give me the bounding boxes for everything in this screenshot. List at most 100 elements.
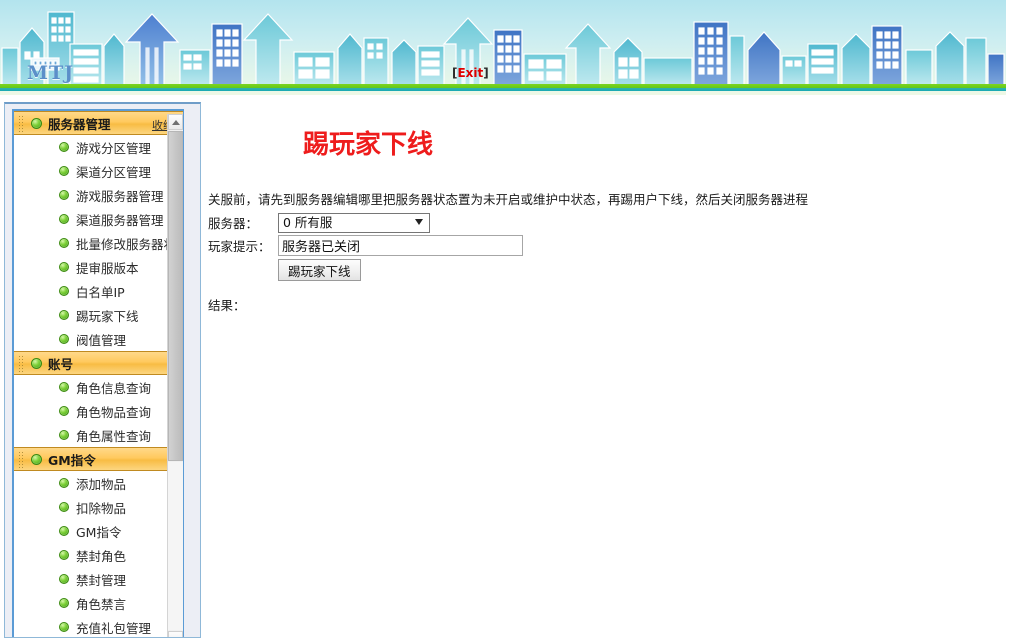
- sidebar-group: 账号角色信息查询角色物品查询角色属性查询: [14, 351, 183, 447]
- sidebar-item-label: 添加物品: [76, 474, 126, 493]
- sidebar-item[interactable]: 充值礼包管理: [14, 615, 183, 638]
- sidebar-panel: 服务器管理收缩游戏分区管理渠道分区管理游戏服务器管理渠道服务器管理批量修改服务器…: [4, 102, 201, 638]
- sidebar-item[interactable]: 踢玩家下线: [14, 303, 183, 327]
- sidebar-item[interactable]: 添加物品: [14, 471, 183, 495]
- green-bullet-icon: [59, 382, 69, 392]
- sidebar-item[interactable]: 阀值管理: [14, 327, 183, 351]
- result-label: 结果：: [208, 295, 246, 314]
- exit-link[interactable]: [Exit]: [452, 66, 489, 80]
- green-bullet-icon: [59, 598, 69, 608]
- server-select-wrapper: 0 所有服: [278, 212, 430, 233]
- instruction-text: 关服前，请先到服务器编辑哪里把服务器状态置为未开启或维护中状态，再踢用户下线，然…: [208, 189, 808, 208]
- drag-handle-icon[interactable]: [18, 451, 23, 468]
- sidebar-item-label: 阀值管理: [76, 330, 126, 349]
- sidebar-item[interactable]: 渠道服务器管理: [14, 207, 183, 231]
- server-row: 服务器： 0 所有服: [208, 212, 430, 233]
- sidebar-item[interactable]: 角色信息查询: [14, 375, 183, 399]
- green-bullet-icon: [59, 334, 69, 344]
- sidebar-item-label: 角色属性查询: [76, 426, 151, 445]
- green-bullet-icon: [59, 310, 69, 320]
- sidebar-item[interactable]: 游戏服务器管理: [14, 183, 183, 207]
- green-bullet-icon: [31, 118, 42, 129]
- green-bullet-icon: [31, 454, 42, 465]
- scroll-down-button[interactable]: [168, 631, 183, 638]
- green-bullet-icon: [59, 502, 69, 512]
- green-bullet-icon: [59, 526, 69, 536]
- sidebar-item-label: 扣除物品: [76, 498, 126, 517]
- sidebar-item-label: GM指令: [76, 522, 121, 541]
- sidebar-item[interactable]: 禁封角色: [14, 543, 183, 567]
- cityscape-illustration: [0, 0, 1006, 95]
- sidebar-item-label: 充值礼包管理: [76, 618, 151, 637]
- exit-label: Exit: [457, 66, 483, 80]
- green-bullet-icon: [59, 238, 69, 248]
- sidebar-item[interactable]: 批量修改服务器状态: [14, 231, 183, 255]
- scrollbar-track[interactable]: [168, 462, 183, 630]
- sidebar-item[interactable]: 角色禁言: [14, 591, 183, 615]
- server-select[interactable]: 0 所有服: [278, 213, 430, 233]
- green-bullet-icon: [59, 214, 69, 224]
- sidebar-item[interactable]: 禁封管理: [14, 567, 183, 591]
- result-row: 结果：: [208, 295, 246, 314]
- green-bullet-icon: [59, 406, 69, 416]
- message-label: 玩家提示：: [208, 236, 278, 255]
- sidebar-item[interactable]: 白名单IP: [14, 279, 183, 303]
- sidebar-item-label: 角色禁言: [76, 594, 126, 613]
- green-bullet-icon: [59, 550, 69, 560]
- chevron-up-icon: [172, 120, 180, 125]
- sidebar-group-header-0[interactable]: 服务器管理收缩: [14, 111, 183, 135]
- sidebar-group-header-2[interactable]: GM指令: [14, 447, 183, 471]
- sidebar-group-title: 账号: [48, 354, 73, 373]
- sidebar-item-label: 提审服版本: [76, 258, 139, 277]
- sidebar-group-header-1[interactable]: 账号: [14, 351, 183, 375]
- sidebar-item-label: 角色信息查询: [76, 378, 151, 397]
- scroll-up-button[interactable]: [168, 114, 183, 130]
- sidebar-item-label: 游戏分区管理: [76, 138, 151, 157]
- sidebar-item-label: 渠道分区管理: [76, 162, 151, 181]
- sidebar-item-label: 游戏服务器管理: [76, 186, 164, 205]
- green-bullet-icon: [59, 166, 69, 176]
- exit-bracket-close: ]: [483, 66, 488, 80]
- sidebar-group-title: GM指令: [48, 450, 96, 469]
- sidebar-item-label: 渠道服务器管理: [76, 210, 164, 229]
- sidebar-group: 服务器管理收缩游戏分区管理渠道分区管理游戏服务器管理渠道服务器管理批量修改服务器…: [14, 111, 183, 351]
- sidebar-group-title: 服务器管理: [48, 114, 111, 133]
- site-logo: MTJ: [27, 62, 74, 84]
- sidebar-item-label: 白名单IP: [76, 282, 125, 301]
- scrollbar-thumb[interactable]: [168, 131, 183, 461]
- sidebar-group: GM指令添加物品扣除物品GM指令禁封角色禁封管理角色禁言充值礼包管理: [14, 447, 183, 638]
- green-bullet-icon: [59, 430, 69, 440]
- banner-right-padding: [1006, 0, 1022, 95]
- sidebar-menu: 服务器管理收缩游戏分区管理渠道分区管理游戏服务器管理渠道服务器管理批量修改服务器…: [14, 111, 183, 638]
- green-bullet-icon: [59, 574, 69, 584]
- submit-row: 踢玩家下线: [208, 259, 361, 281]
- message-input[interactable]: [278, 235, 523, 256]
- green-bullet-icon: [59, 478, 69, 488]
- sidebar-inner-frame: 服务器管理收缩游戏分区管理渠道分区管理游戏服务器管理渠道服务器管理批量修改服务器…: [12, 109, 184, 638]
- banner-green-strip: [0, 84, 1006, 91]
- site-banner: MTJ [Exit]: [0, 0, 1022, 95]
- message-row: 玩家提示：: [208, 235, 523, 256]
- sidebar-item[interactable]: 角色物品查询: [14, 399, 183, 423]
- green-bullet-icon: [59, 622, 69, 632]
- sidebar-item[interactable]: 游戏分区管理: [14, 135, 183, 159]
- main-content: 踢玩家下线 关服前，请先到服务器编辑哪里把服务器状态置为未开启或维护中状态，再踢…: [205, 102, 1015, 638]
- green-bullet-icon: [59, 190, 69, 200]
- green-bullet-icon: [59, 142, 69, 152]
- server-label: 服务器：: [208, 213, 278, 232]
- sidebar-item[interactable]: 提审服版本: [14, 255, 183, 279]
- sidebar-item[interactable]: 扣除物品: [14, 495, 183, 519]
- sidebar-item[interactable]: GM指令: [14, 519, 183, 543]
- sidebar-item-label: 踢玩家下线: [76, 306, 139, 325]
- green-bullet-icon: [31, 358, 42, 369]
- kick-player-offline-button[interactable]: 踢玩家下线: [278, 259, 361, 281]
- sidebar-item-label: 角色物品查询: [76, 402, 151, 421]
- sidebar-item[interactable]: 角色属性查询: [14, 423, 183, 447]
- drag-handle-icon[interactable]: [18, 355, 23, 372]
- drag-handle-icon[interactable]: [18, 115, 23, 132]
- sidebar-item[interactable]: 渠道分区管理: [14, 159, 183, 183]
- green-bullet-icon: [59, 286, 69, 296]
- sidebar-item-label: 禁封管理: [76, 570, 126, 589]
- sidebar-scrollbar[interactable]: [167, 114, 183, 638]
- green-bullet-icon: [59, 262, 69, 272]
